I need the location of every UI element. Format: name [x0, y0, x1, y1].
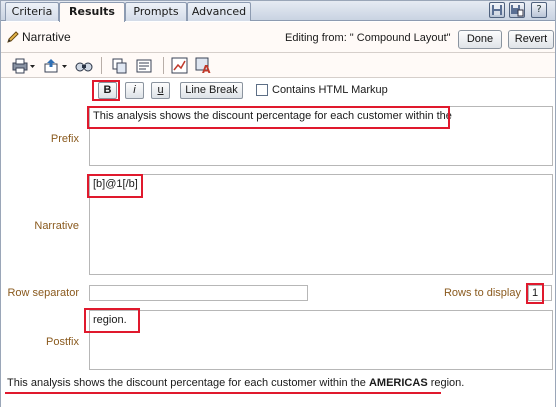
tab-results[interactable]: Results	[59, 2, 125, 22]
html-markup-label: Contains HTML Markup	[272, 84, 388, 96]
postfix-textarea[interactable]: region.	[89, 310, 553, 370]
svg-text:A: A	[202, 63, 211, 74]
narrative-editor-window: Criteria Results Prompts Advanced ? Narr…	[0, 0, 556, 407]
preview-prefix: This analysis shows the discount percent…	[7, 377, 366, 389]
revert-button[interactable]: Revert	[508, 30, 554, 49]
save-as-icon[interactable]	[509, 2, 525, 18]
format-icon[interactable]: A	[195, 57, 213, 74]
postfix-label: Postfix	[45, 336, 79, 348]
copy-view-icon[interactable]	[111, 57, 129, 74]
rows-to-display-input[interactable]: 1	[528, 285, 552, 301]
view-title: Narrative	[22, 30, 71, 44]
print-icon[interactable]	[11, 57, 37, 74]
save-icon[interactable]	[489, 2, 505, 18]
narrative-preview: This analysis shows the discount percent…	[7, 377, 464, 389]
preview-icon[interactable]	[75, 57, 93, 74]
preview-value: AMERICAS	[368, 377, 428, 389]
toolbar: A	[1, 53, 555, 78]
pencil-icon	[7, 31, 19, 43]
preview-underline	[5, 392, 441, 394]
prefix-text: This analysis shows the discount percent…	[93, 110, 452, 122]
line-break-button[interactable]: Line Break	[180, 82, 243, 99]
paste-view-icon[interactable]	[135, 57, 155, 74]
row-separator-input[interactable]	[89, 285, 308, 301]
narrative-label: Narrative	[34, 220, 79, 232]
export-icon[interactable]	[43, 57, 69, 74]
tab-criteria[interactable]: Criteria	[5, 2, 59, 21]
view-header: Narrative Editing from: " Compound Layou…	[1, 22, 555, 53]
tab-advanced[interactable]: Advanced	[187, 2, 251, 21]
narrative-text: [b]@1[/b]	[93, 178, 138, 190]
rows-to-display-label: Rows to display	[443, 287, 521, 299]
italic-button[interactable]: i	[125, 82, 144, 99]
narrative-properties-panel: B i u Line Break Contains HTML Markup Pr…	[1, 79, 555, 407]
prefix-label: Prefix	[50, 133, 79, 145]
rows-to-display-value: 1	[532, 287, 539, 299]
toolbar-divider	[101, 57, 102, 74]
row-separator-label: Row separator	[7, 287, 79, 299]
preview-postfix: region.	[430, 377, 465, 389]
editing-from-label: Editing from: " Compound Layout"	[285, 32, 451, 44]
prefix-textarea[interactable]: This analysis shows the discount percent…	[89, 106, 553, 166]
narrative-textarea[interactable]: [b]@1[/b]	[89, 174, 553, 275]
chart-icon[interactable]	[171, 57, 189, 74]
toolbar-divider	[163, 57, 164, 74]
help-icon[interactable]: ?	[531, 2, 547, 18]
postfix-text: region.	[93, 314, 127, 326]
done-button[interactable]: Done	[458, 30, 502, 49]
underline-button[interactable]: u	[151, 82, 170, 99]
html-markup-checkbox[interactable]	[256, 84, 268, 96]
bold-button[interactable]: B	[98, 82, 117, 99]
tab-prompts[interactable]: Prompts	[125, 2, 187, 21]
tab-bar: Criteria Results Prompts Advanced ?	[1, 1, 555, 22]
